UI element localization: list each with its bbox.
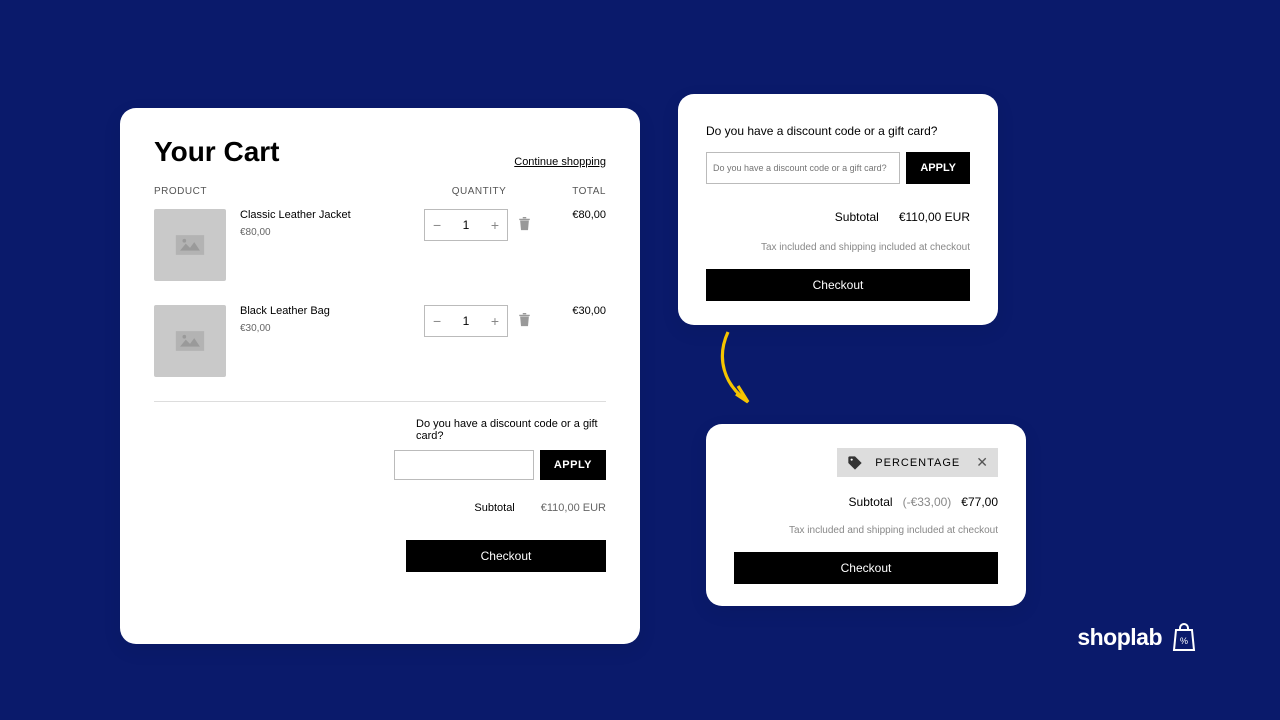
plus-icon[interactable]: + xyxy=(491,217,499,233)
cart-columns-header: PRODUCT QUANTITY TOTAL xyxy=(154,186,606,197)
cart-row: Classic Leather Jacket €80,00 − 1 + €80,… xyxy=(154,209,606,281)
svg-text:%: % xyxy=(1180,636,1188,646)
continue-shopping-link[interactable]: Continue shopping xyxy=(514,156,606,168)
product-name: Classic Leather Jacket xyxy=(240,209,424,221)
shopping-bag-percent-icon: % xyxy=(1172,622,1196,652)
subtotal-value: €77,00 xyxy=(961,495,998,509)
product-image-placeholder xyxy=(154,209,226,281)
quantity-stepper[interactable]: − 1 + xyxy=(424,209,508,241)
subtotal-value: €110,00 EUR xyxy=(541,502,606,514)
brand-logo: shoplab % xyxy=(1077,622,1196,652)
discount-panel-before: Do you have a discount code or a gift ca… xyxy=(678,94,998,325)
line-total: €30,00 xyxy=(531,305,606,317)
plus-icon[interactable]: + xyxy=(491,313,499,329)
discount-code-name: PERCENTAGE xyxy=(875,457,960,469)
column-quantity: QUANTITY xyxy=(424,186,534,197)
minus-icon[interactable]: − xyxy=(433,313,441,329)
tax-note: Tax included and shipping included at ch… xyxy=(734,525,998,536)
brand-name: shoplab xyxy=(1077,624,1162,651)
product-name: Black Leather Bag xyxy=(240,305,424,317)
discount-prompt: Do you have a discount code or a gift ca… xyxy=(706,124,970,138)
applied-discount-chip: PERCENTAGE ✕ xyxy=(837,448,998,477)
discount-panel-after: PERCENTAGE ✕ Subtotal (-€33,00) €77,00 T… xyxy=(706,424,1026,606)
line-total: €80,00 xyxy=(531,209,606,221)
quantity-value: 1 xyxy=(463,314,470,328)
cart-card: Your Cart Continue shopping PRODUCT QUAN… xyxy=(120,108,640,644)
divider xyxy=(154,401,606,402)
tax-note: Tax included and shipping included at ch… xyxy=(706,242,970,253)
subtotal-value: €110,00 EUR xyxy=(899,210,970,224)
discount-code-input[interactable] xyxy=(394,450,534,480)
subtotal-label: Subtotal xyxy=(474,502,514,514)
product-price: €80,00 xyxy=(240,227,424,238)
checkout-button[interactable]: Checkout xyxy=(406,540,606,572)
discount-prompt: Do you have a discount code or a gift ca… xyxy=(416,418,606,442)
minus-icon[interactable]: − xyxy=(433,217,441,233)
trash-icon[interactable] xyxy=(518,217,531,236)
discount-code-input[interactable] xyxy=(706,152,900,184)
discount-amount: (-€33,00) xyxy=(903,495,952,509)
tag-icon xyxy=(847,455,863,471)
subtotal-label: Subtotal xyxy=(835,210,879,224)
flow-arrow-icon xyxy=(706,328,766,416)
column-total: TOTAL xyxy=(534,186,606,197)
cart-row: Black Leather Bag €30,00 − 1 + €30,00 xyxy=(154,305,606,377)
apply-button[interactable]: APPLY xyxy=(540,450,606,480)
product-image-placeholder xyxy=(154,305,226,377)
column-product: PRODUCT xyxy=(154,186,424,197)
quantity-stepper[interactable]: − 1 + xyxy=(424,305,508,337)
checkout-button[interactable]: Checkout xyxy=(706,269,970,301)
close-icon[interactable]: ✕ xyxy=(976,454,988,471)
quantity-value: 1 xyxy=(463,218,470,232)
checkout-button[interactable]: Checkout xyxy=(734,552,998,584)
cart-title: Your Cart xyxy=(154,136,280,168)
trash-icon[interactable] xyxy=(518,313,531,332)
product-price: €30,00 xyxy=(240,323,424,334)
subtotal-label: Subtotal xyxy=(849,495,893,509)
apply-button[interactable]: APPLY xyxy=(906,152,970,184)
